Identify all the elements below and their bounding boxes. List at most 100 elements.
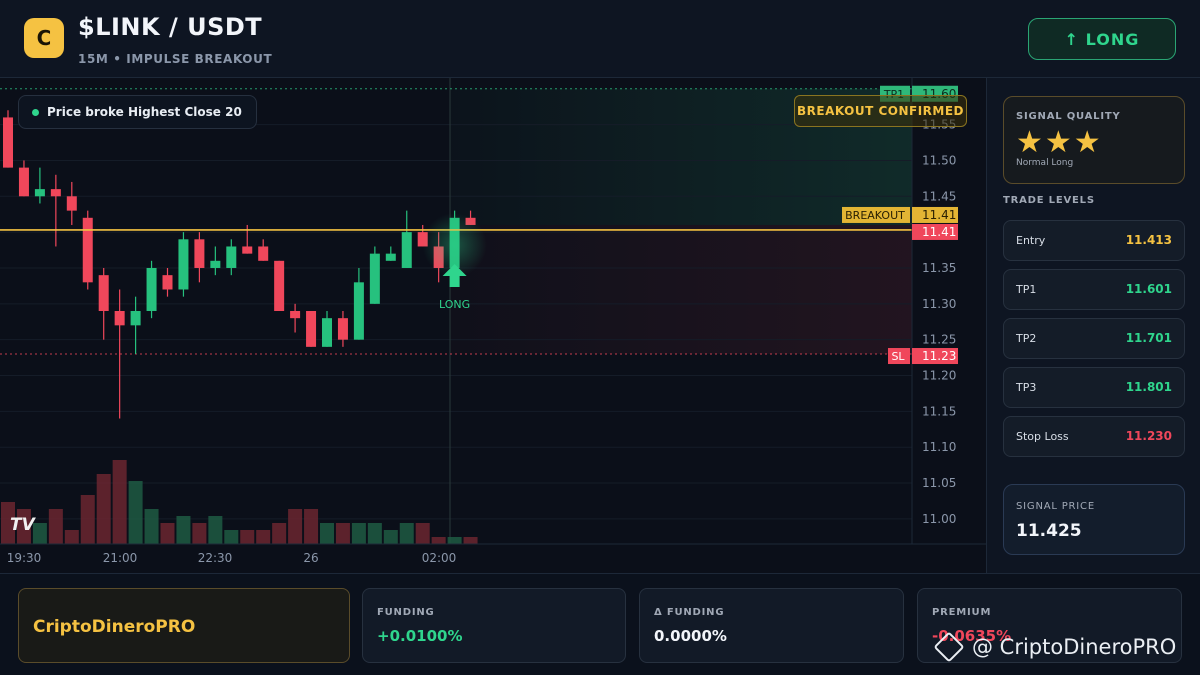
time-tick-label: 22:30 (198, 551, 233, 565)
volume-bar (383, 530, 398, 544)
volume-bar (304, 509, 319, 544)
candle-body (130, 311, 141, 326)
delta-funding-label: Δ FUNDING (654, 607, 725, 618)
long-signal-button[interactable]: ↑ LONG (1028, 18, 1176, 60)
candle-body (194, 239, 205, 268)
signal-side-panel: SIGNAL QUALITY ★★★ Normal Long TRADE LEV… (986, 78, 1200, 573)
candle-body (401, 232, 412, 268)
signal-price-label: SIGNAL PRICE (1016, 501, 1095, 512)
candle-body (353, 282, 364, 340)
candle-body (369, 253, 380, 304)
brand-name: CriptoDineroPRO (33, 617, 196, 637)
breakout-confirmed-badge: BREAKOUT CONFIRMED (794, 95, 967, 127)
candle-body (274, 260, 285, 311)
footer-stats: CriptoDineroPRO FUNDING +0.0100% Δ FUNDI… (0, 573, 1200, 675)
price-tick-label: 11.10 (922, 440, 956, 454)
volume-bar (224, 530, 239, 544)
volume-bar (431, 537, 446, 544)
volume-bar (208, 516, 223, 544)
volume-bar (256, 530, 271, 544)
time-tick-label: 21:00 (103, 551, 138, 565)
level-value: 11.801 (1125, 380, 1172, 394)
sl-tag-label: SL (891, 350, 905, 363)
level-value: 11.230 (1125, 429, 1172, 443)
level-row-tp3: TP3 11.801 (1003, 367, 1185, 408)
breakout-tag-label: BREAKOUT (845, 209, 905, 222)
price-tick-label: 11.15 (922, 404, 956, 418)
volume-bar (447, 537, 462, 544)
price-tick-label: 11.00 (922, 512, 956, 526)
price-chart[interactable]: LONG11.5511.5011.4511.4011.3511.3011.251… (0, 78, 986, 573)
volume-bar (96, 474, 111, 544)
level-row-entry: Entry 11.413 (1003, 220, 1185, 261)
brand-card: CriptoDineroPRO (18, 588, 350, 663)
candle-body (226, 246, 237, 268)
current-price-tag-value: 11.41 (922, 225, 956, 239)
level-value: 11.413 (1125, 233, 1172, 247)
signal-quality-label: SIGNAL QUALITY (1016, 111, 1121, 122)
volume-bar (192, 523, 207, 544)
candle-body (162, 275, 173, 290)
volume-bar (367, 523, 382, 544)
price-tick-label: 11.45 (922, 189, 956, 203)
volume-bar (112, 460, 127, 544)
breakout-tag-value: 11.41 (922, 208, 956, 222)
candle-body (210, 260, 221, 268)
level-row-tp1: TP1 11.601 (1003, 269, 1185, 310)
level-name: Entry (1016, 234, 1046, 247)
level-row-tp2: TP2 11.701 (1003, 318, 1185, 359)
trade-levels-heading: TRADE LEVELS (1003, 195, 1095, 206)
level-row-stop-loss: Stop Loss 11.230 (1003, 416, 1185, 457)
delta-funding-card: Δ FUNDING 0.0000% (639, 588, 904, 663)
volume-bar (80, 495, 95, 544)
volume-bar (176, 516, 191, 544)
candle-body (34, 189, 45, 197)
funding-card: FUNDING +0.0100% (362, 588, 626, 663)
volume-bar (128, 481, 143, 544)
time-tick-label: 19:30 (7, 551, 42, 565)
volume-bar (415, 523, 430, 544)
level-name: TP3 (1016, 381, 1037, 394)
signal-quality-card: SIGNAL QUALITY ★★★ Normal Long (1003, 96, 1185, 184)
tradingview-logo-icon: TV (10, 515, 35, 535)
volume-bar (320, 523, 334, 544)
volume-bar (463, 537, 478, 544)
level-value: 11.701 (1125, 331, 1172, 345)
price-tick-label: 11.50 (922, 153, 956, 167)
candle-body (306, 311, 317, 347)
price-tick-label: 11.20 (922, 369, 956, 383)
volume-bar (335, 523, 350, 544)
candlestick-chart[interactable]: LONG11.5511.5011.4511.4011.3511.3011.251… (0, 78, 986, 573)
pair-title: $LINK / USDT (78, 13, 263, 41)
level-name: TP2 (1016, 332, 1037, 345)
funding-label: FUNDING (377, 607, 435, 618)
level-name: Stop Loss (1016, 430, 1069, 443)
volume-bar (272, 523, 287, 544)
volume-bar (48, 509, 63, 544)
funding-value: +0.0100% (377, 627, 463, 645)
candle-body (3, 117, 13, 168)
volume-bar (351, 523, 366, 544)
volume-bar (399, 523, 414, 544)
sl-tag-value: 11.23 (922, 349, 956, 363)
timeframe-subtitle: 15M • IMPULSE BREAKOUT (78, 52, 273, 66)
candle-body (114, 311, 125, 326)
volume-bar (288, 509, 303, 544)
candle-body (385, 253, 396, 261)
watermark: @ CriptoDineroPRO (933, 631, 1176, 663)
signal-banner-text: Price broke Highest Close 20 (47, 105, 242, 119)
price-tick-label: 11.25 (922, 333, 956, 347)
exchange-logo-icon (933, 631, 965, 663)
level-name: TP1 (1016, 283, 1037, 296)
volume-bar (144, 509, 159, 544)
level-value: 11.601 (1125, 282, 1172, 296)
volume-bar (64, 530, 79, 544)
candle-body (258, 246, 269, 261)
quality-stars-icon: ★★★ (1016, 125, 1103, 160)
volume-bar (32, 523, 47, 544)
premium-label: PREMIUM (932, 607, 992, 618)
candle-body (98, 275, 109, 311)
signal-price-card: SIGNAL PRICE 11.425 (1003, 484, 1185, 555)
signal-banner: Price broke Highest Close 20 (18, 95, 257, 129)
signal-quality-sub: Normal Long (1016, 158, 1074, 168)
